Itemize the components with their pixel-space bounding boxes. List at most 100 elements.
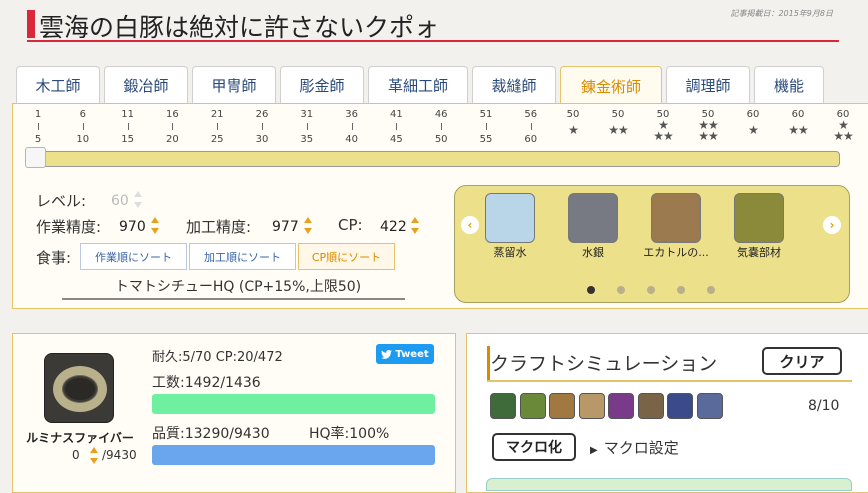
level-spinner[interactable] <box>133 190 143 210</box>
page-title: 雲海の白豚は絶対に許さないクポォ 記事掲載日：2015年9月8日 <box>27 4 839 42</box>
tab-6[interactable]: 錬金術師 <box>560 66 662 105</box>
level-tick-start: 56 <box>524 109 538 120</box>
quality-bar <box>152 445 435 465</box>
level-tick-end: 55 <box>479 134 493 145</box>
carousel-dot[interactable] <box>647 286 655 294</box>
carousel-prev-icon[interactable]: ‹ <box>461 216 479 234</box>
level-tick-end: 40 <box>345 134 358 145</box>
level-slider-handle[interactable] <box>25 147 46 168</box>
tab-5[interactable]: 裁縫師 <box>472 66 556 104</box>
level-tick-end: 45 <box>390 134 403 145</box>
level-tick-start: 31 <box>300 109 314 120</box>
level-tick-end: 50 <box>434 134 448 145</box>
carousel-item-name: 気嚢部材 <box>737 246 781 259</box>
tweet-button[interactable]: Tweet <box>376 344 434 364</box>
level-tick-mark <box>441 123 443 130</box>
tab-4[interactable]: 革細工師 <box>368 66 468 104</box>
food-label: 食事: <box>36 249 72 267</box>
byregots-blessing-icon[interactable] <box>667 393 693 419</box>
sim-title: クラフトシミュレーション <box>490 353 718 375</box>
level-tick-end: 35 <box>300 134 314 145</box>
carousel-dot[interactable] <box>587 286 595 294</box>
level-tick-start: 51 <box>479 109 493 120</box>
macro-button[interactable]: マクロ化 <box>492 433 576 461</box>
cp-value[interactable]: 422 <box>380 219 407 235</box>
level-tick-start: 36 <box>345 109 358 120</box>
page-title-text: 雲海の白豚は絶対に許さないクポォ <box>39 13 440 42</box>
level-tick-mark <box>217 123 219 130</box>
macro-settings-link[interactable]: ▶ マクロ設定 <box>590 437 679 458</box>
level-tick-mark <box>396 123 398 130</box>
level-label: レベル: <box>36 192 87 210</box>
qty-spinner[interactable] <box>89 446 99 466</box>
sort-by-cp-button[interactable]: CP順にソート <box>298 243 395 270</box>
title-accent-bar <box>27 10 35 38</box>
level-tick-start: 16 <box>166 109 179 120</box>
vial-icon[interactable] <box>568 193 618 243</box>
water-bottle-icon[interactable] <box>485 193 535 243</box>
crate-icon[interactable] <box>651 193 701 243</box>
star-rank-icon: ★★ <box>788 123 809 137</box>
action-count: 8/10 <box>808 398 840 414</box>
level-tick-mark <box>486 123 487 130</box>
luminous-fiber-item-image <box>44 353 114 423</box>
level-slider-track[interactable] <box>36 151 840 167</box>
level-tick-mark <box>82 123 84 130</box>
steady-hand-ii-icon[interactable] <box>519 393 546 419</box>
clear-button[interactable]: クリア <box>762 347 842 375</box>
level-tick-mark <box>172 123 174 130</box>
level-tick-end: 5 <box>34 134 42 145</box>
star-rank-icon: ★ ★★ <box>653 118 674 143</box>
carousel-dot[interactable] <box>707 286 715 294</box>
level-value[interactable]: 60 <box>111 193 129 209</box>
carousel-item-name: 蒸留水 <box>493 246 527 259</box>
level-tick-end: 20 <box>166 134 179 145</box>
star-level-label: 60 <box>746 109 760 120</box>
level-tick-start: 11 <box>121 109 134 120</box>
level-tick-end: 10 <box>76 134 90 145</box>
star-level-label: 50 <box>611 109 625 120</box>
great-strides-icon[interactable] <box>608 393 634 419</box>
level-tick-start: 1 <box>34 109 42 120</box>
control-spinner[interactable] <box>303 216 313 236</box>
tweet-label: Tweet <box>395 348 429 360</box>
food-underline <box>62 298 405 300</box>
tab-1[interactable]: 鍛冶師 <box>104 66 188 104</box>
level-tick-mark <box>530 123 532 130</box>
level-tick-mark <box>306 123 308 130</box>
tab-2[interactable]: 甲冑師 <box>192 66 276 104</box>
level-tick-start: 46 <box>434 109 448 120</box>
durability-text: 耐久:5/70 CP:20/472 <box>152 350 283 365</box>
star-rank-icon: ★★ ★★ <box>698 118 719 143</box>
craftsmanship-spinner[interactable] <box>150 216 160 236</box>
sort-by-control-button[interactable]: 加工順にソート <box>189 243 296 270</box>
level-tick-mark <box>351 123 353 130</box>
carousel-next-icon[interactable]: › <box>823 216 841 234</box>
twitter-bird-icon <box>381 349 393 359</box>
tab-3[interactable]: 彫金師 <box>280 66 364 104</box>
star-level-label: 50 <box>566 109 580 120</box>
sort-by-craftsmanship-button[interactable]: 作業順にソート <box>80 243 187 270</box>
cp-spinner[interactable] <box>410 216 420 236</box>
selected-food[interactable]: トマトシチューHQ (CP+15%,上限50) <box>88 276 388 296</box>
craftsmanship-value[interactable]: 970 <box>119 219 146 235</box>
tab-8[interactable]: 機能 <box>754 66 824 104</box>
hasty-touch-icon[interactable] <box>549 393 575 419</box>
tab-0[interactable]: 木工師 <box>16 66 100 104</box>
carousel-dot[interactable] <box>677 286 685 294</box>
control-value[interactable]: 977 <box>272 219 299 235</box>
star-rank-icon: ★ <box>748 123 759 137</box>
inner-quiet-icon[interactable] <box>490 393 516 419</box>
star-rank-icon: ★ ★★ <box>833 118 854 143</box>
manipulation-icon[interactable] <box>637 393 664 419</box>
item-qty[interactable]: 0 <box>72 448 80 462</box>
carousel-dot[interactable] <box>617 286 625 294</box>
ingenuity-icon[interactable] <box>578 393 605 419</box>
level-tick-start: 21 <box>210 109 224 120</box>
tab-7[interactable]: 調理師 <box>666 66 750 104</box>
careful-synthesis-icon[interactable] <box>696 393 723 419</box>
sim-title-underline <box>487 380 852 382</box>
level-tick-mark <box>127 123 129 130</box>
hq-rate-text: HQ率:100% <box>309 426 390 442</box>
bundle-icon[interactable] <box>734 193 784 243</box>
